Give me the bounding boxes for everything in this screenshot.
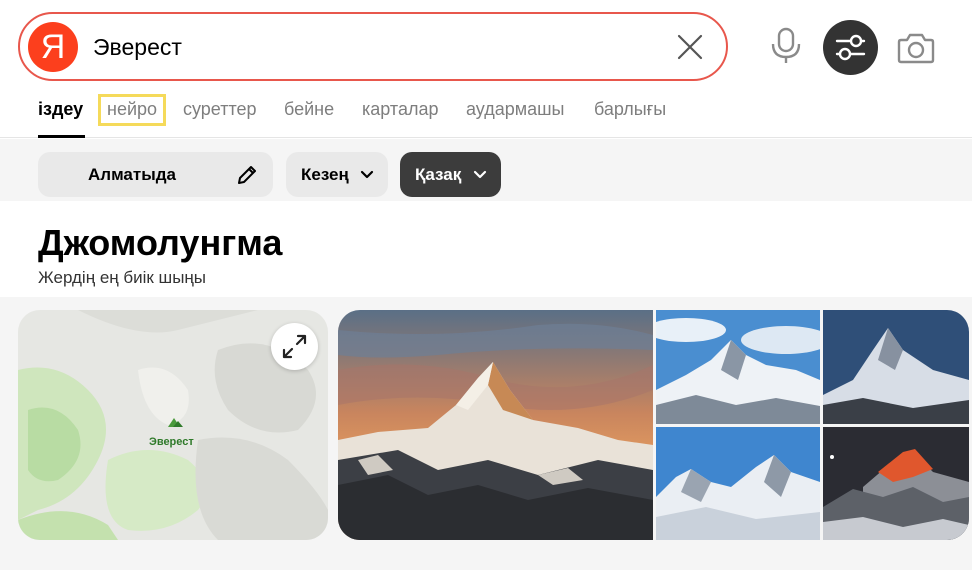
everest-photo-4[interactable] [656,427,820,540]
entity-subtitle: Жердің ең биік шыңы [38,268,207,287]
tab-maps[interactable]: карталар [362,99,438,120]
language-filter[interactable]: Қазақ [400,152,501,197]
tab-translate[interactable]: аудармашы [466,99,565,120]
active-tab-underline [38,135,85,138]
tab-images[interactable]: суреттер [183,99,257,120]
expand-icon[interactable] [271,323,318,370]
tab-all[interactable]: барлығы [594,99,666,120]
everest-photo-3[interactable] [823,310,969,424]
page-bottom [0,570,972,582]
everest-photo-2[interactable] [656,310,820,424]
tab-video[interactable]: бейне [284,99,334,120]
entity-title[interactable]: Джомолунгма [38,222,282,264]
search-tabs: іздеу нейро суреттер бейне карталар ауда… [0,90,972,138]
camera-icon[interactable] [895,28,937,68]
search-input[interactable]: Эверест [93,34,182,61]
period-label: Кезең [301,165,349,184]
yandex-logo[interactable]: Я [28,22,78,72]
everest-photo-5[interactable] [823,427,969,540]
search-box[interactable]: Я Эверест [18,12,728,81]
region-label: Алматыда [88,165,176,184]
microphone-icon[interactable] [766,25,806,67]
chevron-down-icon [473,170,487,179]
region-filter[interactable]: Алматыда [38,152,273,197]
map-label-everest: Эверест [149,436,194,448]
pencil-icon [238,166,256,184]
tab-search[interactable]: іздеу [38,99,83,120]
sliders-icon[interactable] [823,20,878,75]
chevron-down-icon [360,170,374,179]
filter-bar: Алматыда Кезең Қазақ [0,139,972,201]
everest-photo-main[interactable] [338,310,653,540]
close-icon[interactable] [675,32,705,62]
period-filter[interactable]: Кезең [286,152,388,197]
language-label: Қазақ [415,165,462,184]
tab-neuro[interactable]: нейро [107,99,157,120]
